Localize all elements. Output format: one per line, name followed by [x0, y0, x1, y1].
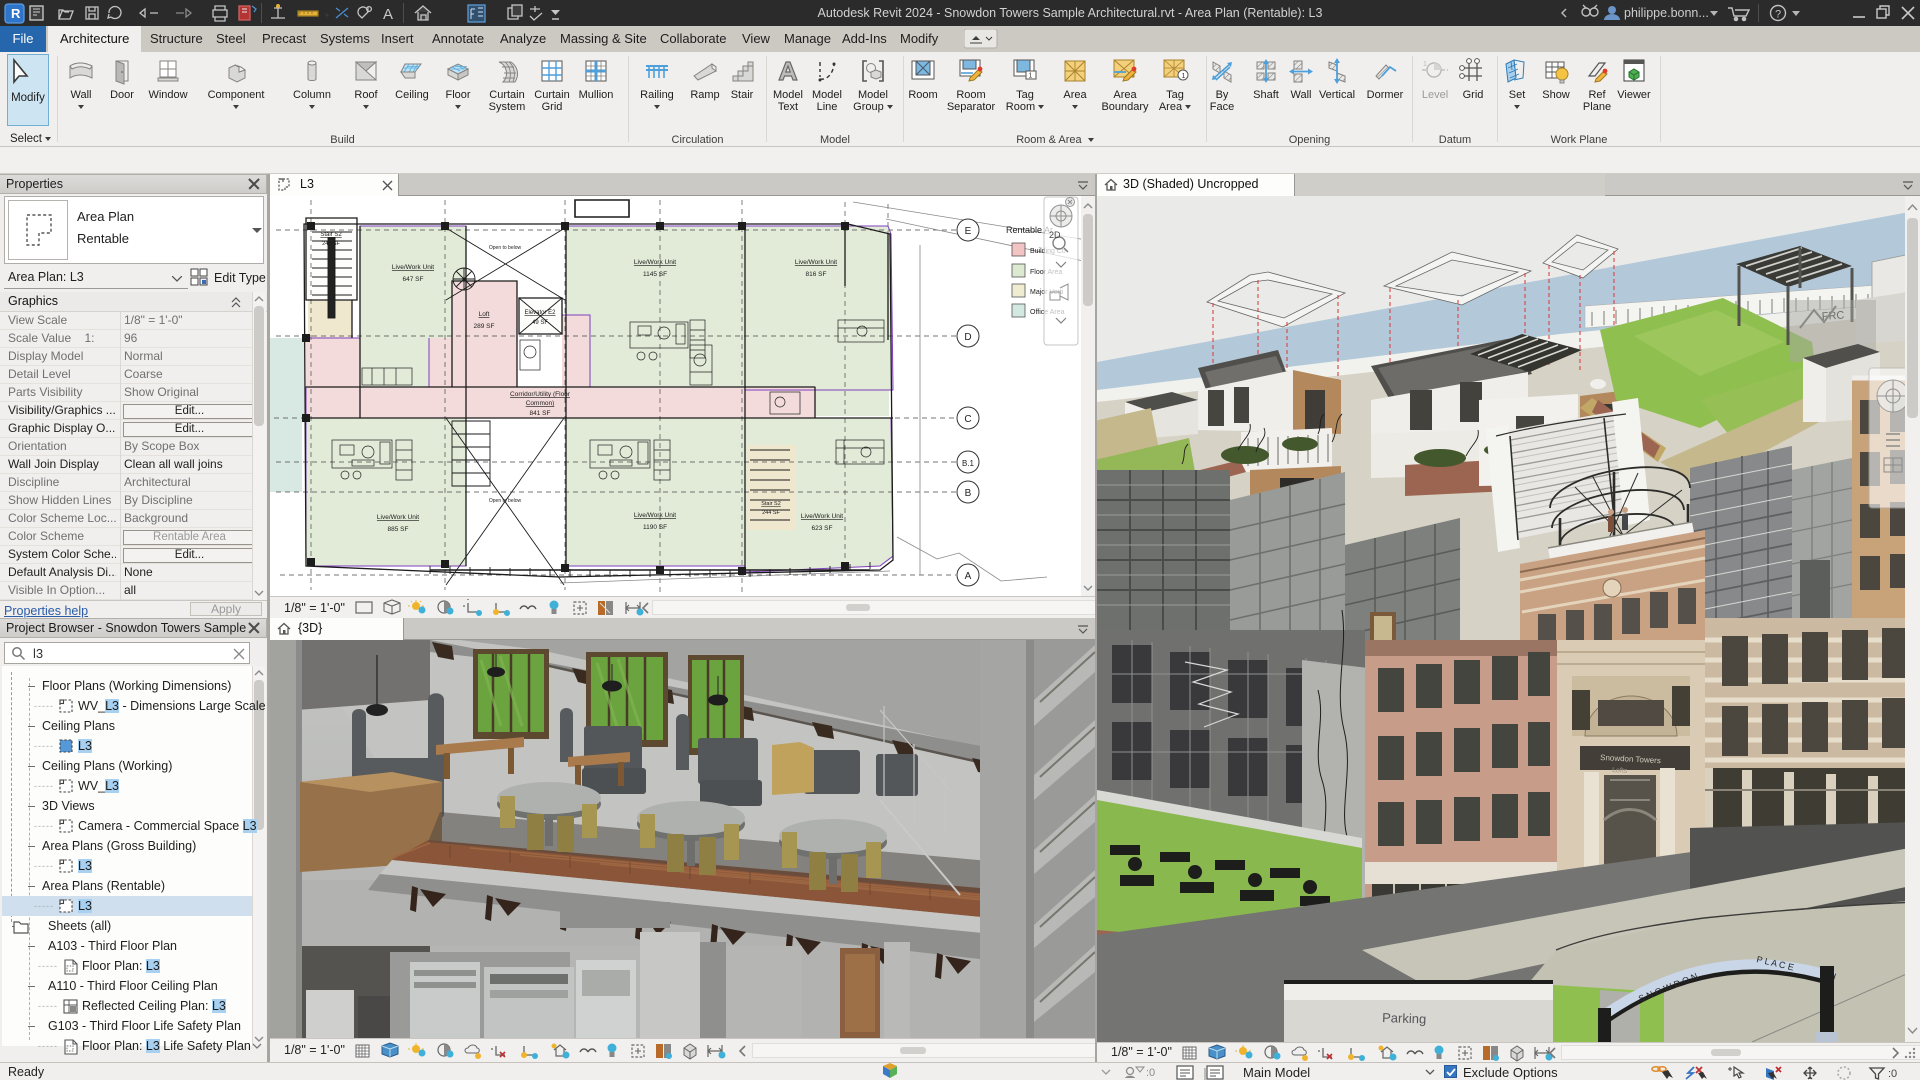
svg-text:Parking: Parking [1382, 1010, 1427, 1027]
svg-text:E: E [965, 226, 972, 237]
svg-text:885 SF: 885 SF [388, 526, 409, 533]
svg-text:philippe.bonn...: philippe.bonn... [1624, 6, 1709, 20]
svg-text:2D: 2D [1049, 230, 1061, 240]
svg-text:816 SF: 816 SF [806, 271, 827, 278]
svg-text:D: D [964, 332, 971, 343]
svg-text:647 SF: 647 SF [403, 276, 424, 283]
svg-text:1145 SF: 1145 SF [643, 271, 667, 278]
svg-text:Live/Work Unit: Live/Work Unit [801, 513, 843, 520]
svg-text:A: A [383, 6, 393, 23]
svg-text:841 SF: 841 SF [530, 410, 551, 417]
svg-text:Lofts: Lofts [1612, 767, 1628, 775]
svg-text:R: R [11, 6, 21, 21]
svg-text:1: 1 [1029, 73, 1033, 80]
svg-text:623 SF: 623 SF [812, 525, 833, 532]
svg-text:248 SF: 248 SF [322, 241, 340, 247]
svg-text:244 SF: 244 SF [762, 510, 780, 516]
svg-text:Live/Work Unit: Live/Work Unit [392, 264, 434, 271]
svg-text:B: B [965, 488, 972, 499]
svg-text:Common): Common) [526, 400, 555, 407]
svg-text:Stair S2: Stair S2 [320, 232, 342, 238]
svg-text::0: :0 [1146, 1067, 1155, 1079]
svg-text:49 SF: 49 SF [532, 320, 548, 326]
svg-text:Stair S2: Stair S2 [761, 501, 781, 507]
svg-text:A: A [965, 571, 972, 582]
svg-text:Loft: Loft [479, 311, 490, 318]
svg-text:1190 SF: 1190 SF [643, 524, 667, 531]
svg-text::0: :0 [1888, 1068, 1897, 1080]
svg-text:289 SF: 289 SF [474, 323, 495, 330]
svg-text:1: 1 [1182, 73, 1186, 80]
svg-text:Corridor/Utility (Floor: Corridor/Utility (Floor [510, 391, 571, 398]
svg-text:C: C [964, 414, 971, 425]
svg-text:?: ? [1775, 9, 1781, 21]
svg-text:Live/Work Unit: Live/Work Unit [377, 514, 419, 521]
svg-text:B.1: B.1 [962, 459, 975, 468]
svg-text:Elevator E2: Elevator E2 [524, 310, 556, 316]
svg-text:Live/Work Unit: Live/Work Unit [634, 512, 676, 519]
svg-text:Live/Work Unit: Live/Work Unit [795, 259, 837, 266]
svg-text:Live/Work Unit: Live/Work Unit [634, 259, 676, 266]
svg-text:1: 1 [1423, 61, 1427, 68]
svg-text:Open to below: Open to below [489, 245, 522, 251]
svg-text:Open to below: Open to below [489, 498, 522, 504]
